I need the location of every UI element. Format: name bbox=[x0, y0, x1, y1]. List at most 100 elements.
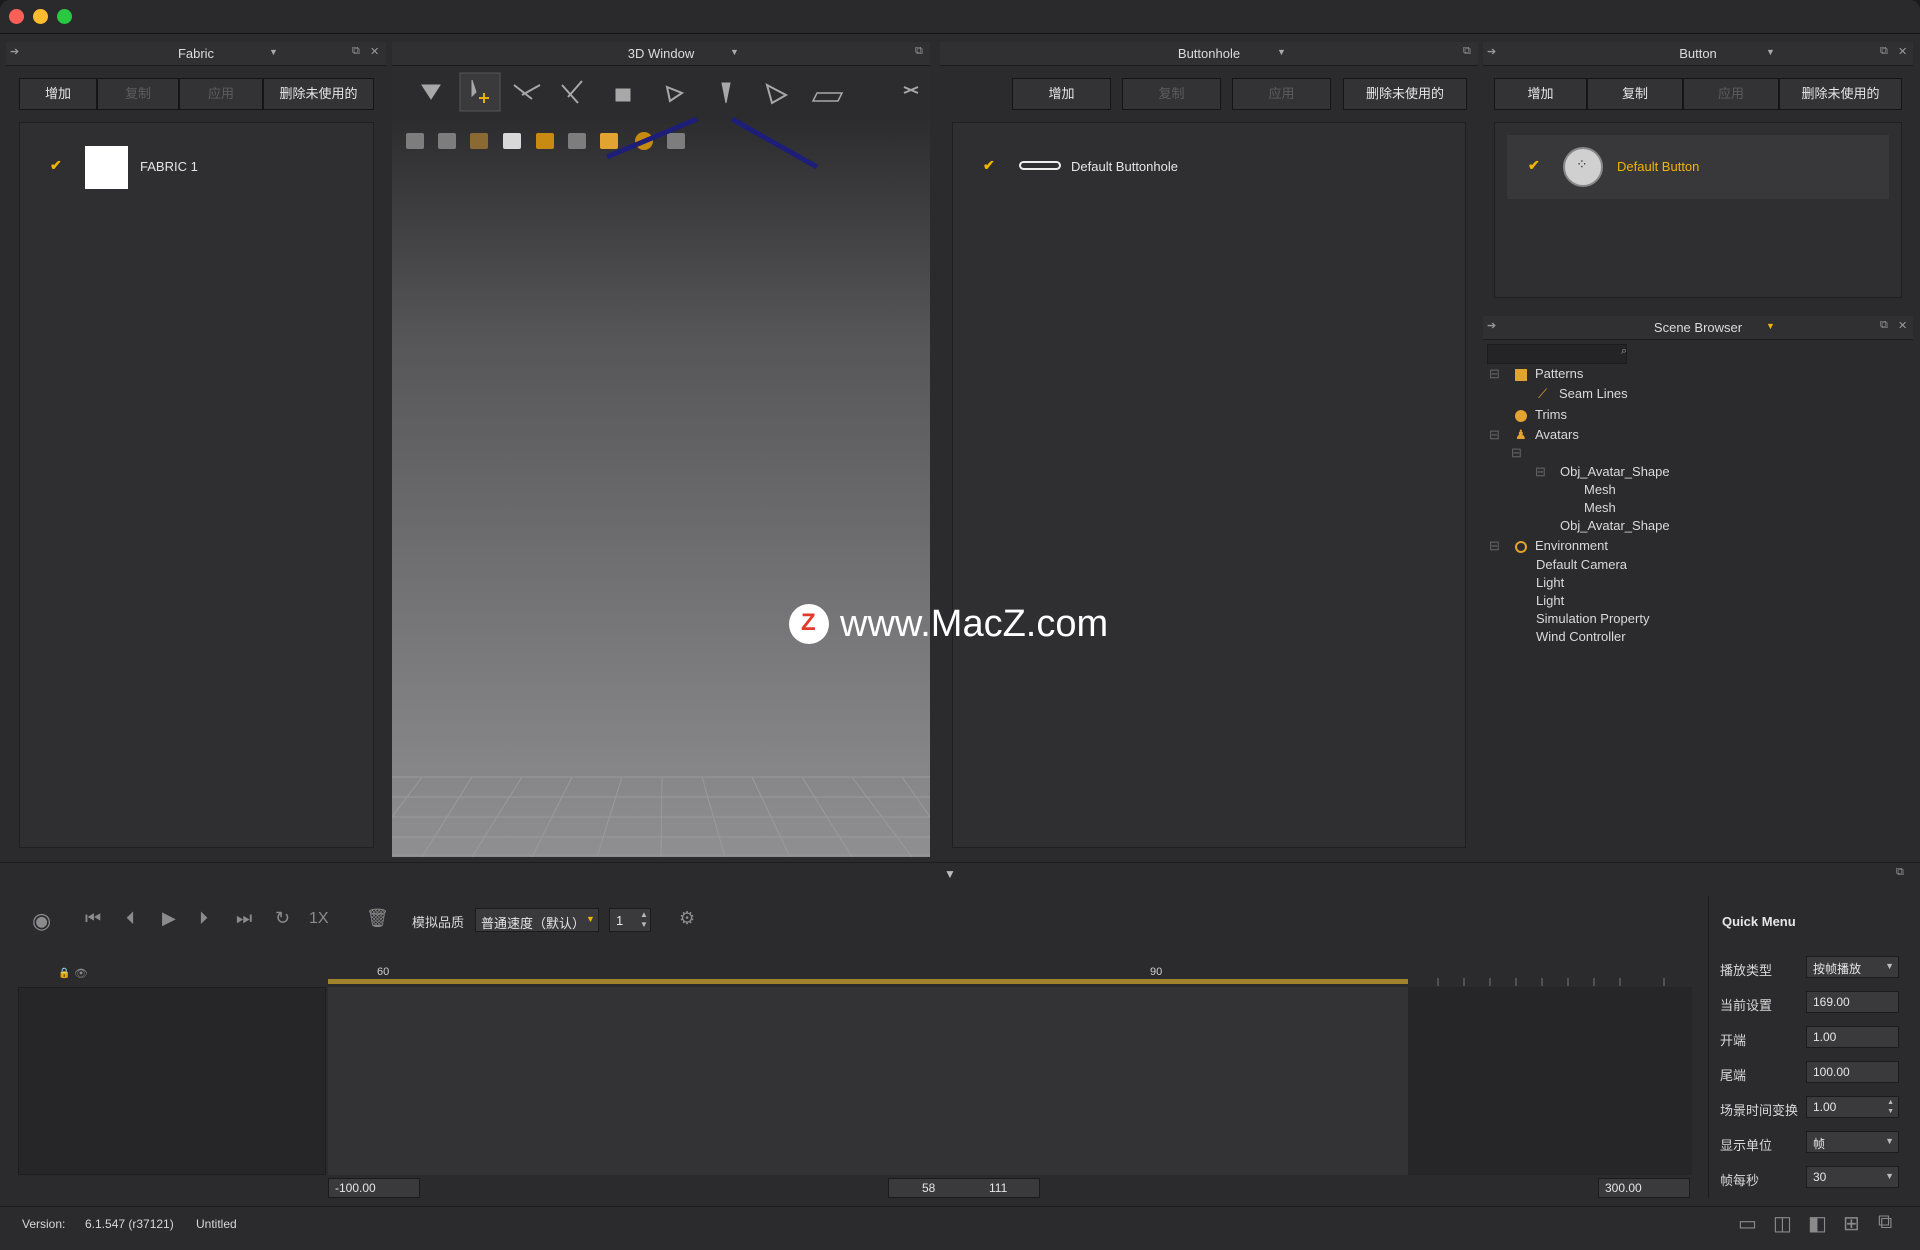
tree-collapse-icon[interactable]: ⊟ bbox=[1489, 427, 1500, 443]
seam-lines-icon: ⟋ bbox=[1538, 386, 1548, 401]
fabric-add-button[interactable]: 增加 bbox=[19, 78, 97, 110]
buttonhole-copy-button[interactable]: 复制 bbox=[1122, 78, 1221, 110]
float-icon[interactable]: ⧉ bbox=[1880, 319, 1888, 332]
step-forward-icon[interactable]: ⏵ bbox=[199, 908, 208, 929]
display-unit-select[interactable]: 帧 ▼ bbox=[1806, 1131, 1899, 1153]
time-scale-stepper[interactable]: 1.00 ▲ ▼ bbox=[1806, 1096, 1899, 1118]
current-setting-field[interactable]: 169.00 bbox=[1806, 991, 1899, 1013]
chevron-down-icon[interactable]: ▼ bbox=[1277, 47, 1286, 57]
panel-splitter[interactable]: ▼ ⧉ bbox=[0, 862, 1920, 884]
layout-three-icon[interactable]: ◧ bbox=[1808, 1211, 1827, 1236]
tree-collapse-icon[interactable]: ⊟ bbox=[1489, 366, 1500, 382]
start-field[interactable]: 1.00 bbox=[1806, 1026, 1899, 1048]
file-name: Untitled bbox=[196, 1217, 237, 1231]
list-item[interactable]: ✔ ⁘ Default Button bbox=[1507, 135, 1889, 199]
button-apply-button[interactable]: 应用 bbox=[1683, 78, 1779, 110]
buttonhole-add-button[interactable]: 增加 bbox=[1012, 78, 1111, 110]
go-last-icon[interactable]: ⏭ bbox=[236, 908, 252, 929]
buttonhole-apply-button[interactable]: 应用 bbox=[1232, 78, 1331, 110]
chevron-down-icon[interactable]: ▼ bbox=[269, 47, 278, 57]
range-handle-right-value: 111 bbox=[989, 1181, 1008, 1195]
close-icon[interactable]: ✕ bbox=[370, 45, 379, 58]
check-icon: ✔ bbox=[983, 157, 995, 173]
tree-item-trims[interactable]: Trims bbox=[1535, 407, 1567, 422]
button-add-button[interactable]: 增加 bbox=[1494, 78, 1587, 110]
float-icon[interactable]: ⧉ bbox=[1880, 45, 1888, 58]
buttonhole-delete-unused-button[interactable]: 删除未使用的 bbox=[1343, 78, 1467, 110]
fps-label: 帧每秒 bbox=[1720, 1173, 1760, 1188]
layout-custom-icon[interactable]: ⧉ bbox=[1878, 1211, 1892, 1234]
fabric-copy-button[interactable]: 复制 bbox=[97, 78, 179, 110]
close-window-button[interactable] bbox=[9, 9, 24, 24]
chevron-down-icon[interactable]: ▼ bbox=[1766, 321, 1775, 331]
stepper-arrows-icon[interactable]: ▲ ▼ bbox=[1887, 1098, 1894, 1116]
3d-viewport[interactable] bbox=[391, 116, 931, 858]
step-back-icon[interactable]: ⏴ bbox=[126, 908, 135, 929]
range-handle[interactable]: 58 111 bbox=[888, 1178, 1040, 1198]
go-first-icon[interactable]: ⏮ bbox=[85, 908, 101, 929]
tree-item-light[interactable]: Light bbox=[1536, 593, 1564, 608]
tree-item-avatars[interactable]: Avatars bbox=[1535, 427, 1579, 442]
check-icon: ✔ bbox=[1528, 157, 1540, 173]
search-icon[interactable]: ⌕ bbox=[1621, 345, 1627, 358]
tree-item-default-camera[interactable]: Default Camera bbox=[1536, 557, 1627, 572]
select-mesh-icon bbox=[765, 83, 789, 105]
tree-item-wind-controller[interactable]: Wind Controller bbox=[1536, 629, 1626, 644]
chevron-down-icon[interactable]: ▼ bbox=[730, 47, 739, 57]
select-move-tool-bg bbox=[459, 72, 501, 112]
tree-collapse-icon[interactable]: ⊟ bbox=[1535, 464, 1546, 480]
fabric-delete-unused-button[interactable]: 删除未使用的 bbox=[263, 78, 374, 110]
float-icon[interactable]: ⧉ bbox=[1463, 45, 1471, 58]
stepper-arrows-icon[interactable]: ▲ ▼ bbox=[640, 910, 648, 930]
loop-icon[interactable]: ↻ bbox=[275, 908, 290, 929]
trash-icon[interactable]: 🗑 bbox=[366, 908, 389, 929]
tree-item-seam-lines[interactable]: Seam Lines bbox=[1559, 386, 1628, 401]
minimize-window-button[interactable] bbox=[33, 9, 48, 24]
buttonhole-toolbar: 增加 复制 应用 删除未使用的 bbox=[1012, 78, 1468, 112]
play-type-select[interactable]: 按帧播放 ▼ bbox=[1806, 956, 1899, 978]
tree-item-mesh[interactable]: Mesh bbox=[1584, 482, 1616, 497]
check-icon: ✔ bbox=[50, 157, 62, 173]
list-item[interactable]: ✔ Default Buttonhole bbox=[953, 143, 1465, 191]
eye-icon[interactable]: 👁 bbox=[74, 967, 88, 980]
float-icon[interactable]: ⧉ bbox=[1896, 866, 1904, 879]
close-icon[interactable]: ✕ bbox=[1898, 319, 1907, 332]
play-icon[interactable]: ▶ bbox=[162, 908, 176, 929]
range-handle-left-value: 58 bbox=[922, 1181, 936, 1195]
speed-label[interactable]: 1X bbox=[309, 910, 329, 928]
tree-collapse-icon[interactable]: ⊟ bbox=[1511, 445, 1522, 461]
close-icon[interactable]: ✕ bbox=[1898, 45, 1907, 58]
tree-item-avatar-shape[interactable]: Obj_Avatar_Shape bbox=[1560, 464, 1670, 479]
collapse-arrow-icon[interactable]: ▼ bbox=[944, 867, 956, 881]
float-icon[interactable]: ⧉ bbox=[915, 45, 923, 58]
tree-item-avatar-shape[interactable]: Obj_Avatar_Shape bbox=[1560, 518, 1670, 533]
settings-gear-icon[interactable]: ⚙ bbox=[679, 908, 695, 929]
fabric-apply-button[interactable]: 应用 bbox=[179, 78, 263, 110]
tree-item-mesh[interactable]: Mesh bbox=[1584, 500, 1616, 515]
tree-collapse-icon[interactable]: ⊟ bbox=[1489, 538, 1500, 554]
tree-item-simulation-property[interactable]: Simulation Property bbox=[1536, 611, 1649, 626]
chevron-down-icon[interactable]: ▼ bbox=[1766, 47, 1775, 57]
button-copy-button[interactable]: 复制 bbox=[1587, 78, 1683, 110]
layout-split-icon[interactable]: ◫ bbox=[1773, 1211, 1792, 1236]
record-button-icon[interactable]: ◉ bbox=[32, 908, 51, 934]
step-stepper[interactable]: 1 ▲ ▼ bbox=[609, 908, 651, 932]
range-end-field[interactable]: 300.00 bbox=[1598, 1178, 1690, 1198]
tree-item-environment[interactable]: Environment bbox=[1535, 538, 1608, 553]
timeline-active-area[interactable] bbox=[328, 987, 1408, 1175]
tree-item-light[interactable]: Light bbox=[1536, 575, 1564, 590]
end-field[interactable]: 100.00 bbox=[1806, 1061, 1899, 1083]
tree-item-patterns[interactable]: Patterns bbox=[1535, 366, 1583, 381]
fps-select[interactable]: 30 ▼ bbox=[1806, 1166, 1899, 1188]
button-list: ✔ ⁘ Default Button bbox=[1494, 122, 1902, 298]
float-icon[interactable]: ⧉ bbox=[352, 45, 360, 58]
list-item[interactable]: ✔ FABRIC 1 bbox=[20, 143, 373, 191]
layout-single-icon[interactable]: ▭ bbox=[1738, 1211, 1757, 1236]
button-delete-unused-button[interactable]: 删除未使用的 bbox=[1779, 78, 1902, 110]
lock-icon[interactable]: 🔒 bbox=[58, 968, 70, 979]
zoom-window-button[interactable] bbox=[57, 9, 72, 24]
range-start-field[interactable]: -100.00 bbox=[328, 1178, 420, 1198]
scene-search-input[interactable] bbox=[1487, 344, 1627, 364]
quality-select[interactable]: 普通速度（默认） ▼ bbox=[475, 908, 599, 932]
layout-quad-icon[interactable]: ⊞ bbox=[1843, 1211, 1860, 1236]
